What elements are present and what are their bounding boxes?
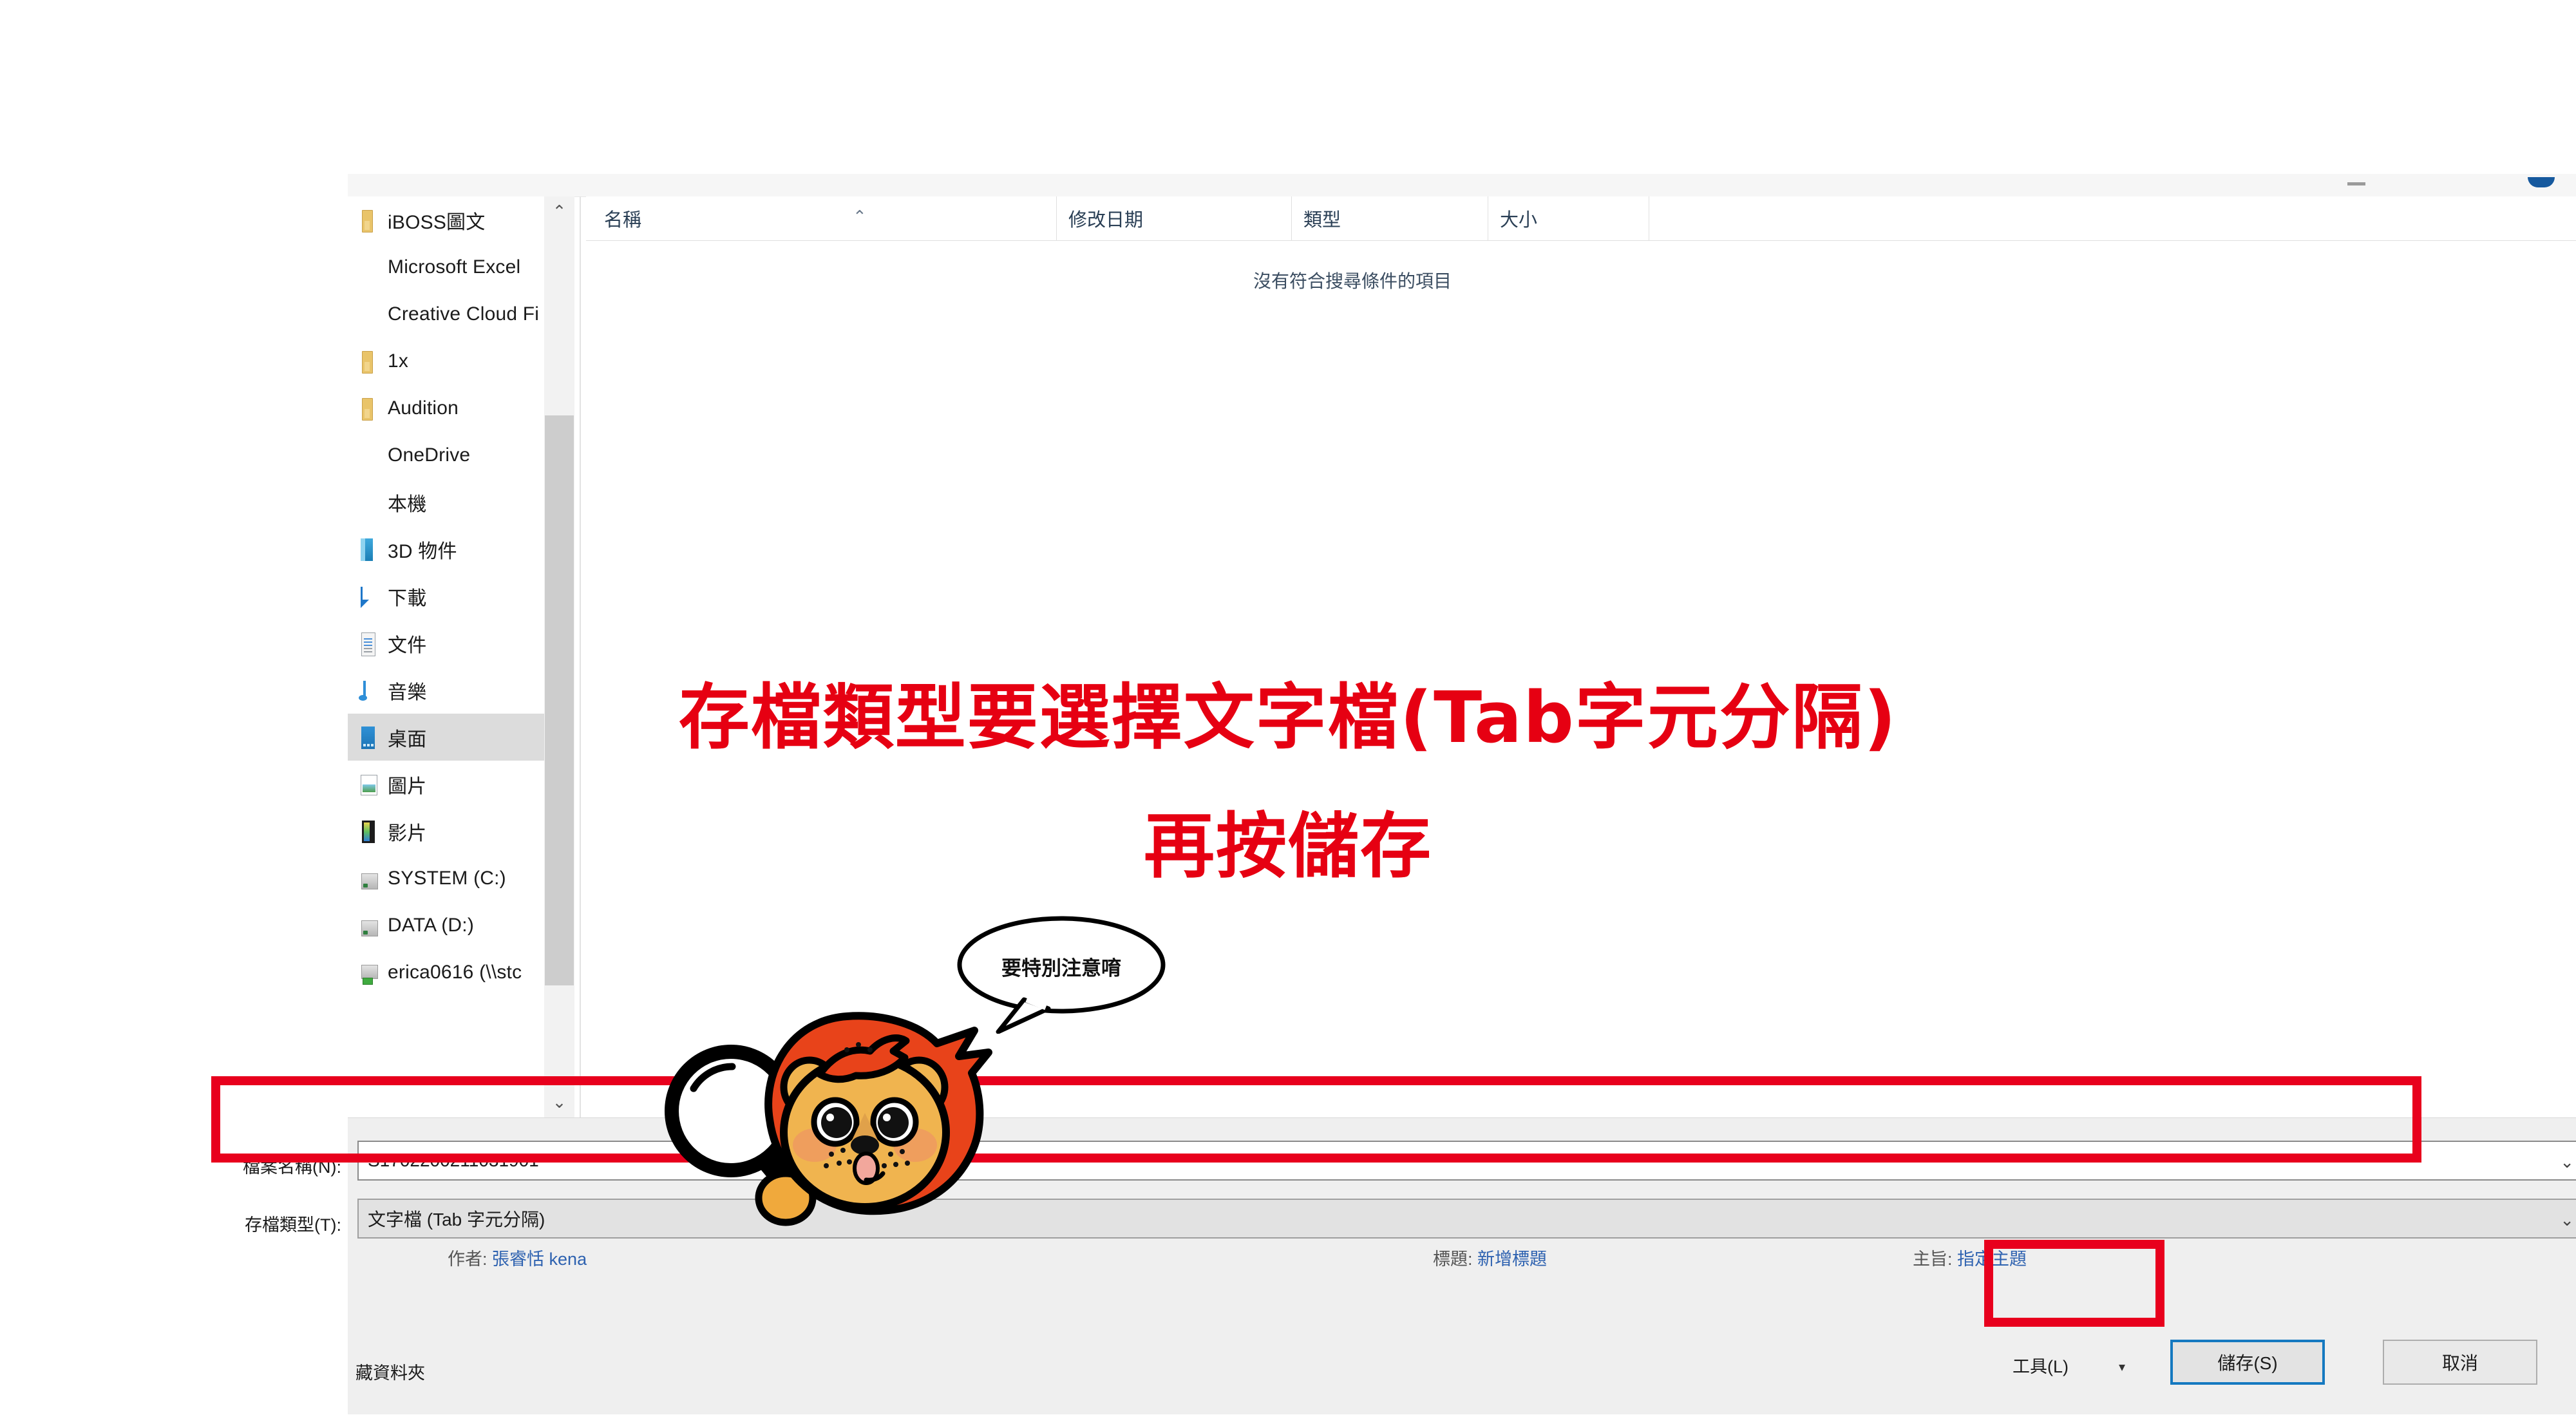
- documents-icon: [358, 631, 380, 656]
- navigation-pane[interactable]: iBOSS圖文 Microsoft Excel Creative Cloud F…: [348, 196, 544, 1117]
- subject-key: 主旨:: [1913, 1249, 1953, 1269]
- author-value[interactable]: 張睿恬 kena: [492, 1249, 587, 1269]
- sidebar-item-label: iBOSS圖文: [388, 211, 486, 233]
- filename-value: S1702200211031901: [368, 1150, 539, 1170]
- speech-bubble-text: 要特別注意唷: [1001, 956, 1121, 980]
- network-drive-icon: [358, 960, 380, 985]
- navigation-scrollbar[interactable]: ⌃ ⌄: [544, 196, 574, 1117]
- drive-icon: [358, 913, 380, 938]
- sidebar-item-label: Audition: [388, 397, 459, 419]
- title-bar: [348, 174, 2576, 197]
- sidebar-item-label: 本機: [388, 493, 427, 515]
- sidebar-item-label: Microsoft Excel: [388, 256, 521, 278]
- sidebar-item-label: 1x: [388, 350, 409, 372]
- column-header-type[interactable]: 類型: [1291, 196, 1488, 240]
- minimize-button[interactable]: [2347, 182, 2365, 185]
- scroll-down-icon[interactable]: ⌄: [544, 1087, 574, 1117]
- sidebar-item-iboss[interactable]: iBOSS圖文: [348, 196, 544, 243]
- folder-icon: [358, 207, 380, 233]
- sidebar-item-microsoft-excel[interactable]: Microsoft Excel: [348, 243, 544, 290]
- sidebar-item-1x[interactable]: 1x: [348, 337, 544, 385]
- lion-mascot-svg: [665, 1012, 992, 1226]
- title-field[interactable]: 標題: 新增標題: [1433, 1245, 1547, 1270]
- annotation-line-1: 存檔類型要選擇文字檔(Tab字元分隔): [678, 676, 1898, 759]
- sort-ascending-icon: ⌃: [853, 207, 867, 226]
- empty-list-message: 沒有符合搜尋條件的項目: [1253, 271, 1452, 291]
- author-field[interactable]: 作者: 張睿恬 kena: [448, 1245, 587, 1270]
- sidebar-item-creative-cloud-files[interactable]: Creative Cloud Fi: [348, 290, 544, 337]
- cancel-button[interactable]: 取消: [2383, 1340, 2537, 1385]
- folder-icon: [358, 395, 380, 421]
- save-button[interactable]: 儲存(S): [2170, 1340, 2325, 1385]
- filename-label: 檔案名稱(N):: [243, 1157, 341, 1177]
- hide-folders-toggle[interactable]: 藏資料夾: [355, 1359, 425, 1384]
- scroll-up-icon[interactable]: ⌃: [544, 196, 574, 227]
- sidebar-item-label: DATA (D:): [388, 914, 475, 936]
- pane-divider: [580, 196, 581, 1117]
- filetype-label: 存檔類型(T):: [245, 1215, 341, 1235]
- tools-button[interactable]: 工具(L): [2012, 1353, 2069, 1378]
- lion-mascot-icon: [654, 1011, 1027, 1269]
- filetype-value: 文字檔 (Tab 字元分隔): [368, 1210, 545, 1230]
- column-header-date[interactable]: 修改日期: [1056, 196, 1291, 240]
- title-key: 標題:: [1433, 1249, 1473, 1269]
- sidebar-item-audition[interactable]: Audition: [348, 385, 544, 432]
- chevron-down-icon[interactable]: ▾: [2119, 1359, 2125, 1375]
- sidebar-item-label: 3D 物件: [388, 540, 457, 562]
- sidebar-item-3d-objects[interactable]: 3D 物件: [348, 526, 544, 573]
- sidebar-item-this-pc[interactable]: 本機: [348, 479, 544, 526]
- sidebar-item-label: 下載: [388, 587, 427, 609]
- sidebar-item-onedrive[interactable]: OneDrive: [348, 432, 544, 479]
- annotation-line-2: 再按儲存: [1144, 805, 1432, 888]
- folder-icon: [358, 348, 380, 374]
- downloads-icon: [358, 584, 380, 609]
- sidebar-item-label: erica0616 (\\stc: [388, 961, 522, 983]
- column-header-empty: [1649, 196, 2576, 240]
- 3d-objects-icon: [358, 537, 380, 562]
- column-header-name[interactable]: 名稱: [586, 196, 1056, 240]
- sidebar-item-downloads[interactable]: 下載: [348, 573, 544, 620]
- sidebar-item-label: Creative Cloud Fi: [388, 303, 540, 325]
- column-header-size[interactable]: 大小: [1488, 196, 1649, 240]
- title-value[interactable]: 新增標題: [1477, 1249, 1547, 1269]
- chevron-down-icon[interactable]: ⌄: [2560, 1210, 2574, 1230]
- sidebar-item-data-d[interactable]: DATA (D:): [348, 902, 544, 949]
- sidebar-item-label: OneDrive: [388, 444, 471, 466]
- sidebar-item-label: 文件: [388, 634, 427, 656]
- subject-value[interactable]: 指定主題: [1957, 1249, 2027, 1269]
- chevron-down-icon[interactable]: ⌄: [2560, 1152, 2574, 1172]
- sidebar-item-network-drive[interactable]: erica0616 (\\stc: [348, 949, 544, 996]
- file-list-header: 名稱 修改日期 類型 大小 ⌃: [586, 196, 2576, 241]
- subject-field[interactable]: 主旨: 指定主題: [1913, 1245, 2027, 1270]
- author-key: 作者:: [448, 1249, 488, 1269]
